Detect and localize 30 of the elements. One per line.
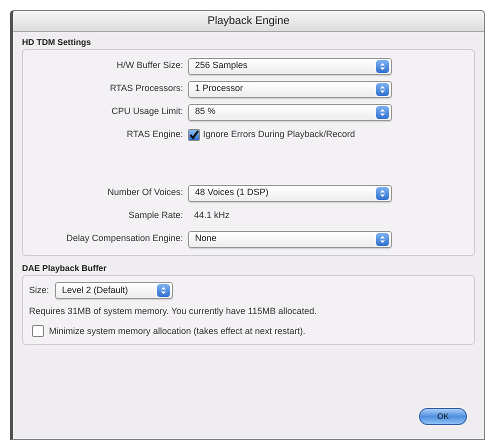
dropdown[interactable]: 256 Samples [188,58,392,74]
field-label: RTAS Processors: [108,82,183,96]
sample-rate-value: 44.1 kHz [193,209,230,222]
window-title: Playback Engine [208,14,290,29]
field-label: RTAS Engine: [126,128,183,142]
section-title: HD TDM Settings [22,36,92,49]
dropdown[interactable]: Level 2 (Default) [55,282,174,299]
checkbox-label: Minimize system memory allocation (takes effect at next restart). [49,324,306,338]
popup-arrows-icon [376,60,389,72]
checkbox-label: Ignore Errors During Playback/Record [203,128,356,142]
section-title: DAE Playback Buffer [22,262,108,275]
popup-arrows-icon [376,186,389,200]
popup-arrows-icon [376,106,389,118]
ok-button[interactable]: OK [419,408,467,425]
field-label: H/W Buffer Size: [116,59,183,72]
popup-arrows-icon [376,82,389,96]
field-label: CPU Usage Limit: [110,105,183,118]
dropdown[interactable]: 85 % [188,104,392,120]
checkbox[interactable] [32,325,44,338]
field-label: Delay Compensation Engine: [65,232,183,246]
field-label: Sample Rate: [127,209,183,222]
dropdown[interactable]: 1 Processor [188,80,392,98]
field-label: Size: [29,284,50,297]
memory-info: Requires 31MB of system memory. You currently have 115MB allocated. [29,305,318,318]
popup-arrows-icon [376,232,389,246]
popup-arrows-icon [157,284,170,297]
field-label: Number Of Voices: [106,186,183,200]
checkbox[interactable] [188,129,200,141]
dropdown[interactable]: 48 Voices (1 DSP) [188,184,392,202]
dropdown[interactable]: None [188,230,392,248]
